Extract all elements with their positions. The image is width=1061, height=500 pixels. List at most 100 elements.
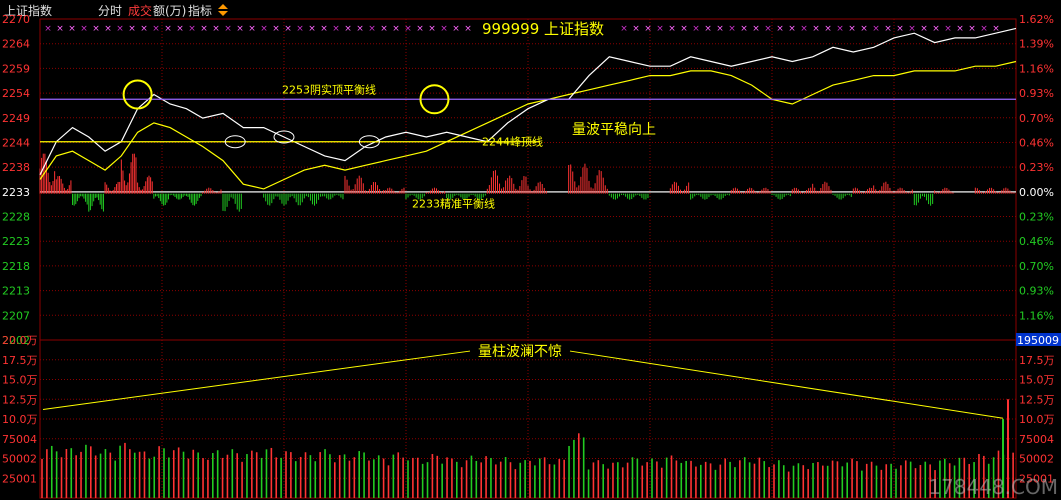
percent-axis-tick-right: 1.16% (1019, 62, 1054, 75)
chart-title: 999999 上证指数 (482, 20, 604, 38)
trade-marker-glyph: × (440, 24, 448, 34)
trade-marker-glyph: × (416, 24, 424, 34)
volume-axis-tick-right: 50002 (1019, 453, 1054, 466)
volume-axis-tick-left: 15.0万 (2, 374, 38, 387)
trade-marker-glyph: × (452, 24, 460, 34)
price-axis-tick-left: 2244 (2, 136, 30, 149)
trade-marker-glyph: × (680, 24, 688, 34)
price-axis-tick-left: 2270 (2, 13, 30, 26)
trade-marker-glyph: × (632, 24, 640, 34)
trade-marker-glyph: × (704, 24, 712, 34)
trade-marker-glyph: × (248, 24, 256, 34)
trade-marker-glyph: × (920, 24, 928, 34)
trade-marker-glyph: × (116, 24, 124, 34)
trade-marker-glyph: × (728, 24, 736, 34)
percent-axis-tick-right: 0.23% (1019, 161, 1054, 174)
trade-marker-glyph: × (128, 24, 136, 34)
trade-marker-glyph: × (308, 24, 316, 34)
percent-axis-tick-right: 0.46% (1019, 235, 1054, 248)
trade-marker-glyph: × (272, 24, 280, 34)
volume-axis-tick-right: 15.0万 (1019, 374, 1055, 387)
trade-marker-glyph: × (944, 24, 952, 34)
annotation-2253: 2253阴实顶平衡线 (282, 82, 376, 96)
trade-marker-glyph: × (104, 24, 112, 34)
trade-marker-glyph: × (956, 24, 964, 34)
volume-axis-tick-left: 75004 (2, 433, 37, 446)
trade-marker-glyph: × (692, 24, 700, 34)
volume-axis-tick-left: 50002 (2, 453, 37, 466)
trade-marker-glyph: × (56, 24, 64, 34)
volume-axis-tick-right: 10.0万 (1019, 413, 1055, 426)
volume-axis-tick-left: 17.5万 (2, 354, 38, 367)
annotation-volume-stable: 量波平稳向上 (572, 122, 656, 138)
trade-marker-glyph: × (812, 24, 820, 34)
trade-marker-glyph: × (380, 24, 388, 34)
price-axis-tick-left: 2223 (2, 235, 30, 248)
peak-circle (122, 79, 153, 110)
volume-axis-tick-left: 20.0万 (2, 334, 38, 347)
trade-marker-glyph: × (848, 24, 856, 34)
trade-marker-glyph: × (752, 24, 760, 34)
trade-marker-glyph: × (968, 24, 976, 34)
trade-marker-glyph: × (296, 24, 304, 34)
price-axis-tick-left: 2207 (2, 309, 30, 322)
trade-marker-glyph: × (200, 24, 208, 34)
volume-axis-tick-left: 25001 (2, 472, 37, 485)
trade-marker-glyph: × (836, 24, 844, 34)
chart-canvas: 2270 1.62% 2264 1.39% 2259 1.16% 2254 0.93% 2249… (2, 13, 1061, 499)
annotation-2233: 2233精准平衡线 (412, 197, 495, 211)
trade-marker-glyph: × (776, 24, 784, 34)
volume-axis-tick-left: 12.5万 (2, 393, 38, 406)
trade-marker-glyph: × (884, 24, 892, 34)
annotation-2244: 2244峰顶线 (482, 135, 543, 149)
trade-marker-glyph: × (320, 24, 328, 34)
price-axis-tick-left: 2218 (2, 260, 30, 273)
trade-marker-glyph: × (92, 24, 100, 34)
trade-marker-glyph: × (896, 24, 904, 34)
price-axis-tick-left: 2228 (2, 211, 30, 224)
trade-marker-glyph: × (44, 24, 52, 34)
price-line (39, 27, 1017, 176)
trade-marker-glyph: × (332, 24, 340, 34)
volume-trend-line-right (569, 350, 1004, 419)
annotation-volume: 量柱波澜不惊 (478, 344, 562, 360)
trade-marker-glyph: × (428, 24, 436, 34)
price-axis-tick-left: 2249 (2, 112, 30, 125)
trade-marker-glyph: × (344, 24, 352, 34)
trade-marker-glyph: × (980, 24, 988, 34)
trade-marker-glyph: × (368, 24, 376, 34)
trade-marker-glyph: × (620, 24, 628, 34)
trade-marker-glyph: × (932, 24, 940, 34)
trade-marker-glyph: × (740, 24, 748, 34)
trade-marker-glyph: × (212, 24, 220, 34)
percent-axis-tick-right: 1.62% (1019, 13, 1054, 26)
trade-marker-glyph: × (668, 24, 676, 34)
percent-axis-tick-right: 0.23% (1019, 211, 1054, 224)
trade-marker-glyph: × (80, 24, 88, 34)
volume-axis-tick-right: 12.5万 (1019, 393, 1055, 406)
percent-axis-tick-right: 0.46% (1019, 136, 1054, 149)
trade-marker-glyph: × (68, 24, 76, 34)
trade-marker-glyph: × (860, 24, 868, 34)
watermark-text: 178448.COM (928, 475, 1058, 499)
price-axis-tick-left: 2254 (2, 87, 30, 100)
price-axis-tick-left: 2264 (2, 38, 30, 51)
percent-axis-tick-right: 0.93% (1019, 87, 1054, 100)
trade-marker-glyph: × (464, 24, 472, 34)
price-axis-tick-left: 2233 (2, 186, 30, 199)
trade-marker-glyph: × (644, 24, 652, 34)
trade-marker-glyph: × (164, 24, 172, 34)
volume-axis-tick-left: 10.0万 (2, 413, 38, 426)
trade-marker-glyph: × (824, 24, 832, 34)
trade-marker-glyph: × (716, 24, 724, 34)
price-axis-tick-left: 2238 (2, 161, 30, 174)
trade-marker-glyph: × (908, 24, 916, 34)
percent-axis-tick-right: 1.16% (1019, 309, 1054, 322)
trade-marker-glyph: × (764, 24, 772, 34)
trade-marker-glyph: × (656, 24, 664, 34)
price-axis-tick-left: 2213 (2, 285, 30, 298)
trade-marker-glyph: × (176, 24, 184, 34)
trade-marker-glyph: × (224, 24, 232, 34)
percent-axis-tick-right: 0.00% (1019, 186, 1054, 199)
plot-frame (39, 18, 1017, 499)
